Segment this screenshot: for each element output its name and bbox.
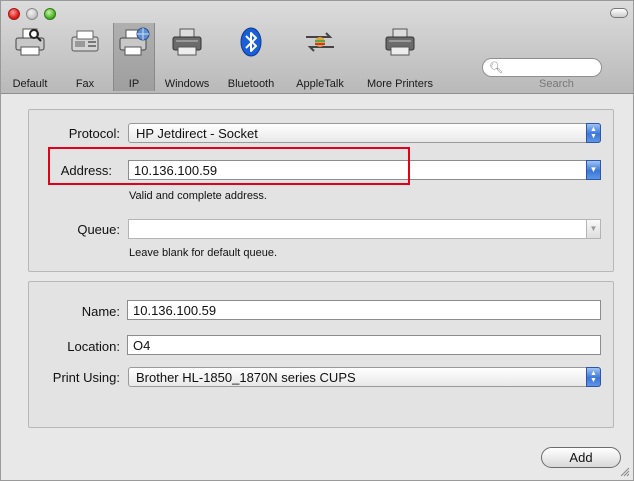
protocol-label: Protocol: (68, 126, 120, 141)
toolbar-item-label: AppleTalk (296, 78, 344, 90)
name-field[interactable]: 10.136.100.59 (127, 300, 601, 320)
location-field[interactable]: O4 (127, 335, 601, 355)
toolbar-item-label: Windows (164, 78, 210, 90)
toolbar-item-windows[interactable]: Windows (159, 23, 215, 91)
toolbar-item-default[interactable]: Default (5, 23, 55, 91)
windows-printer-icon (172, 28, 202, 56)
toolbar-item-label: IP (128, 78, 140, 90)
name-label: Name: (81, 304, 120, 319)
printer-default-icon (15, 28, 45, 56)
toolbar-item-bluetooth[interactable]: Bluetooth (221, 23, 281, 91)
print-using-popup[interactable]: Brother HL-1850_1870N series CUPS ▲ ▼ (128, 367, 601, 387)
protocol-value: HP Jetdirect - Socket (136, 126, 258, 141)
toolbar-item-label: Default (12, 78, 48, 90)
toolbar: Default Fax IP Windows Bluetooth AppleTa… (1, 1, 633, 94)
queue-hint: Leave blank for default queue. (129, 247, 278, 259)
search-input[interactable]: 🔍︎ (482, 58, 602, 77)
minimize-window-button[interactable] (26, 8, 38, 20)
queue-combo-field[interactable]: ▼ (128, 219, 601, 239)
search-icon: 🔍︎ (489, 62, 503, 74)
toolbar-item-label: Bluetooth (227, 78, 275, 90)
toolbar-item-more-printers[interactable]: More Printers (357, 23, 443, 91)
name-value: 10.136.100.59 (133, 303, 217, 318)
location-label: Location: (67, 339, 120, 354)
close-window-button[interactable] (8, 8, 20, 20)
add-button[interactable]: Add (541, 447, 621, 468)
address-hint: Valid and complete address. (129, 190, 267, 202)
toolbar-item-fax[interactable]: Fax (63, 23, 107, 91)
address-highlight-annotation (48, 147, 410, 185)
zoom-window-button[interactable] (44, 8, 56, 20)
add-printer-window: Default Fax IP Windows Bluetooth AppleTa… (0, 0, 634, 481)
popup-arrows-icon: ▲ ▼ (586, 123, 601, 143)
protocol-popup[interactable]: HP Jetdirect - Socket ▲ ▼ (128, 123, 601, 143)
ip-printer-icon (119, 27, 150, 56)
toolbar-item-ip[interactable]: IP (113, 23, 155, 91)
resize-grip-icon[interactable] (620, 467, 630, 477)
queue-dropdown-button[interactable]: ▼ (586, 219, 601, 239)
print-using-value: Brother HL-1850_1870N series CUPS (136, 370, 356, 385)
location-value: O4 (133, 338, 151, 353)
toolbar-item-label: Fax (75, 78, 95, 90)
search-label: Search (539, 78, 574, 90)
appletalk-icon (306, 32, 334, 52)
toolbar-item-label: More Printers (366, 78, 434, 90)
print-using-label: Print Using: (52, 370, 120, 385)
more-printers-icon (385, 28, 415, 56)
toolbar-toggle-button[interactable] (610, 8, 628, 18)
toolbar-item-appletalk[interactable]: AppleTalk (287, 23, 353, 91)
bluetooth-icon (240, 27, 262, 57)
fax-icon (71, 30, 99, 52)
popup-arrows-icon: ▲ ▼ (586, 367, 601, 387)
address-dropdown-button[interactable]: ▼ (586, 160, 601, 180)
queue-label: Queue: (77, 222, 120, 237)
